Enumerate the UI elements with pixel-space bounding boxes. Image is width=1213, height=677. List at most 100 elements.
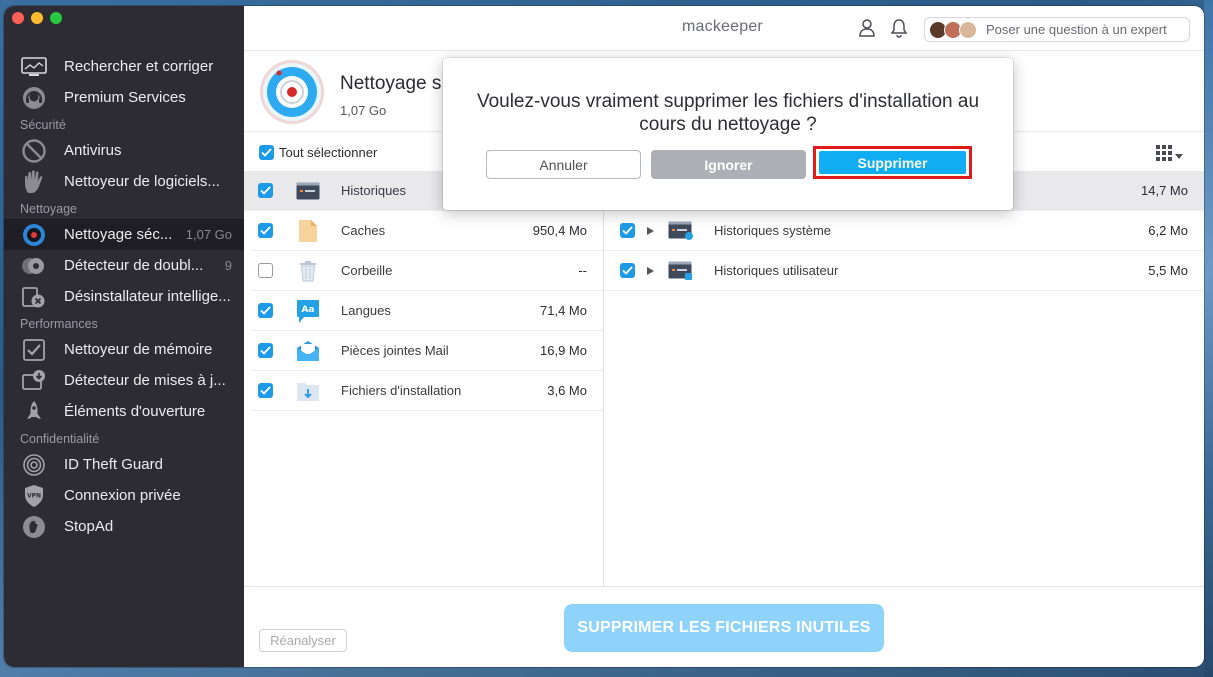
app-logo: mackeeper — [682, 18, 763, 35]
expand-triangle-icon[interactable] — [647, 226, 654, 235]
checkbox[interactable] — [259, 145, 274, 160]
ignore-button[interactable]: Ignorer — [651, 150, 806, 179]
sidebar-item-label: Nettoyage séc... — [64, 226, 173, 243]
view-options-button[interactable] — [1156, 145, 1183, 166]
detail-row-historiques-systeme[interactable]: Historiques système 6,2 Mo — [605, 211, 1204, 251]
sidebar-item-id-theft-guard[interactable]: ID Theft Guard — [4, 449, 244, 480]
list-item-corbeille[interactable]: Corbeille -- — [252, 251, 603, 291]
sidebar-item-adware-cleaner[interactable]: Nettoyeur de logiciels... — [4, 166, 244, 197]
updates-icon — [20, 368, 48, 394]
svg-text:VPN: VPN — [27, 492, 41, 499]
mail-attachment-icon — [295, 338, 321, 364]
expert-avatars — [929, 20, 977, 39]
checkbox[interactable] — [258, 303, 273, 318]
memory-icon — [20, 337, 48, 363]
expand-triangle-icon[interactable] — [647, 266, 654, 275]
sidebar-item-safe-cleanup[interactable]: Nettoyage séc... 1,07 Go — [4, 219, 244, 250]
sidebar-item-label: Désinstallateur intellige... — [64, 288, 231, 305]
list-item-label: Fichiers d'installation — [341, 383, 462, 398]
select-all-label: Tout sélectionner — [279, 145, 378, 160]
user-account-icon[interactable] — [858, 18, 876, 43]
checkbox[interactable] — [620, 223, 635, 238]
sidebar-item-label: Nettoyeur de logiciels... — [64, 173, 220, 190]
section-title-privacy: Confidentialité — [20, 432, 100, 446]
ask-expert-button[interactable]: Poser une question à un expert — [924, 17, 1190, 42]
sidebar-item-private-connect[interactable]: VPN Connexion privée — [4, 480, 244, 511]
safe-cleanup-large-icon — [259, 59, 325, 130]
sidebar-item-duplicates-finder[interactable]: Détecteur de doubl... 9 — [4, 250, 244, 281]
delete-button-highlight: Supprimer — [813, 146, 972, 179]
sidebar-item-antivirus[interactable]: Antivirus — [4, 135, 244, 166]
grid-view-icon — [1156, 145, 1172, 166]
sidebar-item-label: ID Theft Guard — [64, 456, 163, 473]
window-controls — [12, 12, 62, 24]
desktop-background — [1204, 0, 1213, 677]
list-item-caches[interactable]: Caches 950,4 Mo — [252, 211, 603, 251]
sidebar-item-stopad[interactable]: StopAd — [4, 511, 244, 542]
footer-bar: Réanalyser SUPPRIMER LES FICHIERS INUTIL… — [244, 586, 1204, 667]
select-all-checkbox[interactable]: Tout sélectionner — [259, 145, 377, 160]
sidebar-item-update-tracker[interactable]: Détecteur de mises à j... — [4, 365, 244, 396]
svg-text:Aa: Aa — [301, 305, 314, 315]
zoom-window-button[interactable] — [50, 12, 62, 24]
sidebar-item-find-fix[interactable]: Rechercher et corriger — [4, 51, 244, 82]
uninstaller-icon — [20, 284, 48, 310]
list-item-size: 950,4 Mo — [532, 223, 587, 238]
system-logs-icon — [668, 218, 694, 244]
notifications-bell-icon[interactable] — [890, 18, 908, 43]
list-item-langues[interactable]: Aa Langues 71,4 Mo — [252, 291, 603, 331]
detail-item-label: Historiques système — [714, 223, 832, 238]
installer-folder-icon — [295, 378, 321, 404]
safe-cleanup-icon — [20, 222, 48, 248]
list-item-label: Langues — [341, 303, 391, 318]
sidebar-item-label: Connexion privée — [64, 487, 181, 504]
hand-stop-icon — [20, 169, 48, 195]
detail-item-size: 14,7 Mo — [1141, 183, 1188, 198]
sidebar-item-label: Rechercher et corriger — [64, 58, 214, 75]
ask-expert-label: Poser une question à un expert — [986, 22, 1167, 37]
checkbox[interactable] — [258, 183, 273, 198]
checkbox[interactable] — [258, 263, 273, 278]
app-window: Rechercher et corriger Premium Services … — [4, 6, 1204, 667]
sidebar-item-smart-uninstaller[interactable]: Désinstallateur intellige... — [4, 281, 244, 312]
monitor-scan-icon — [20, 54, 48, 80]
sidebar-item-label: Détecteur de mises à j... — [64, 372, 226, 389]
checkbox[interactable] — [258, 343, 273, 358]
list-item-size: 3,6 Mo — [547, 383, 587, 398]
sidebar-item-login-items[interactable]: Éléments d'ouverture — [4, 396, 244, 427]
list-item-fichiers-installation[interactable]: Fichiers d'installation 3,6 Mo — [252, 371, 603, 411]
detail-item-label: Historiques utilisateur — [714, 263, 839, 278]
sidebar-item-badge: 1,07 Go — [185, 227, 232, 242]
rocket-icon — [20, 399, 48, 425]
sidebar-item-label: Détecteur de doubl... — [64, 257, 204, 274]
sidebar-item-label: Antivirus — [64, 142, 122, 159]
avatar — [959, 20, 977, 39]
sidebar-item-label: Premium Services — [64, 89, 186, 106]
checkbox[interactable] — [258, 383, 273, 398]
section-title-security: Sécurité — [20, 118, 66, 132]
sidebar-item-premium-services[interactable]: Premium Services — [4, 82, 244, 113]
rescan-button[interactable]: Réanalyser — [259, 629, 347, 652]
delete-button[interactable]: Supprimer — [819, 151, 966, 174]
section-title-cleaning: Nettoyage — [20, 202, 77, 216]
list-item-size: 71,4 Mo — [540, 303, 587, 318]
vpn-shield-icon: VPN — [20, 483, 48, 509]
fingerprint-icon — [20, 452, 48, 478]
cancel-button[interactable]: Annuler — [486, 150, 641, 179]
topbar: mackeeper Poser une question à un expert — [244, 6, 1204, 51]
duplicates-icon — [20, 253, 48, 279]
minimize-window-button[interactable] — [31, 12, 43, 24]
dialog-message: Voulez-vous vraiment supprimer les fichi… — [476, 91, 980, 135]
checkbox[interactable] — [620, 263, 635, 278]
checkbox[interactable] — [258, 223, 273, 238]
close-window-button[interactable] — [12, 12, 24, 24]
list-item-size: -- — [578, 263, 587, 278]
page-total-size: 1,07 Go — [340, 103, 387, 118]
page-title: Nettoyage s — [340, 73, 442, 94]
remove-junk-button[interactable]: SUPPRIMER LES FICHIERS INUTILES — [564, 604, 884, 652]
sidebar-item-memory-cleaner[interactable]: Nettoyeur de mémoire — [4, 334, 244, 365]
sidebar-item-label: StopAd — [64, 518, 114, 535]
list-item-pieces-jointes-mail[interactable]: Pièces jointes Mail 16,9 Mo — [252, 331, 603, 371]
detail-row-historiques-utilisateur[interactable]: Historiques utilisateur 5,5 Mo — [605, 251, 1204, 291]
sidebar-item-badge: 9 — [224, 258, 232, 273]
